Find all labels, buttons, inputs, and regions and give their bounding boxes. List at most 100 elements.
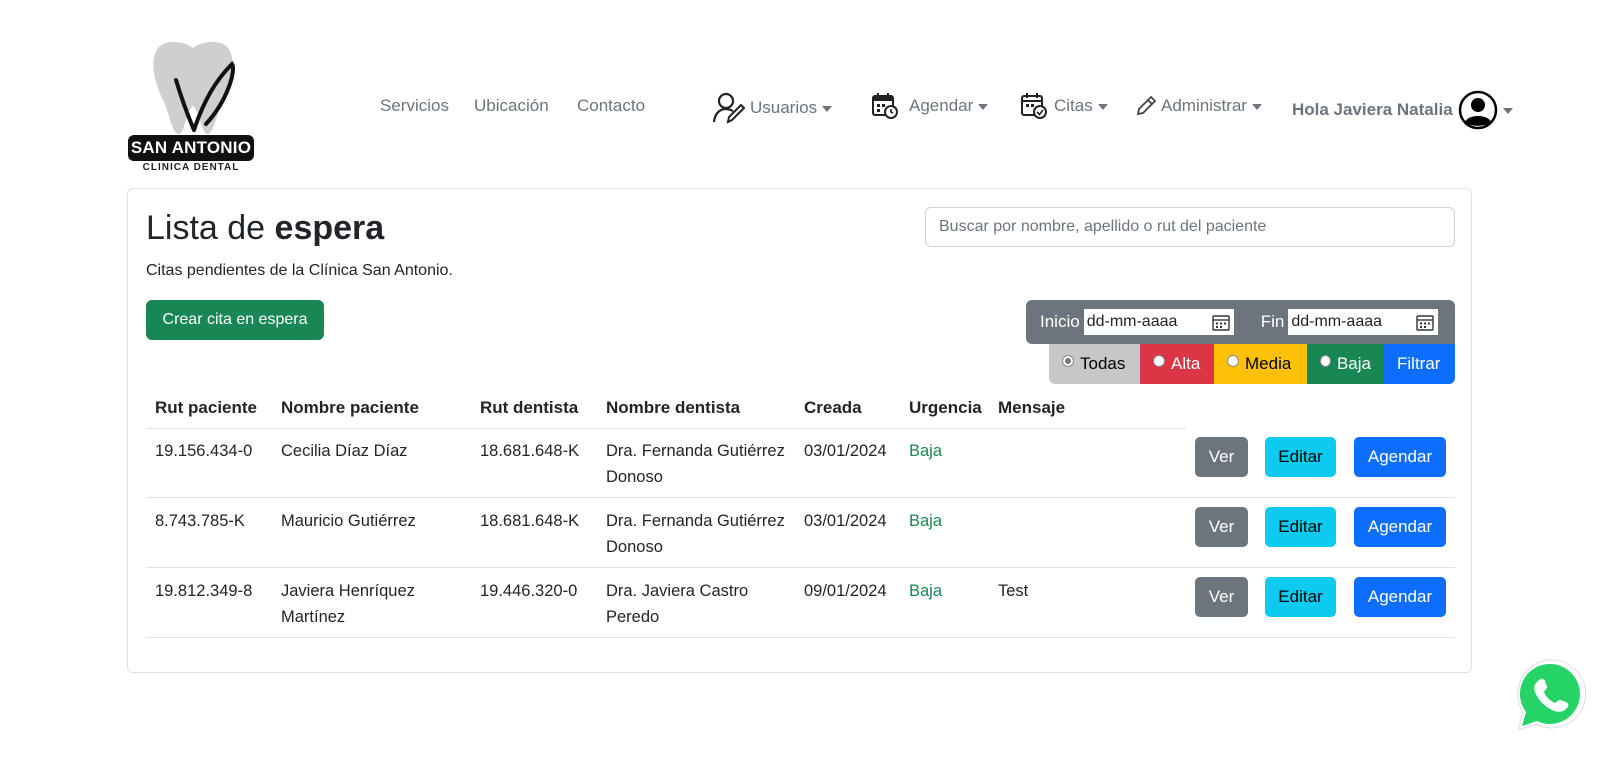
user-greeting: Hola Javiera Natalia bbox=[1292, 100, 1453, 119]
calendar-icon[interactable] bbox=[1416, 314, 1435, 331]
user-menu-dropdown[interactable]: Hola Javiera Natalia bbox=[1292, 90, 1513, 130]
urgency-option-media[interactable]: Media bbox=[1214, 344, 1307, 384]
cell-nombre-dentista: Dra. Fernanda Gutiérrez bbox=[606, 442, 785, 460]
pencil-icon bbox=[1136, 95, 1157, 116]
logo-subtitle: CLINICA DENTAL bbox=[142, 162, 240, 173]
nav-citas-dropdown[interactable]: Citas bbox=[1020, 92, 1108, 120]
cell-nombre-paciente-line2: Martínez bbox=[281, 608, 346, 626]
edit-button[interactable]: Editar bbox=[1265, 507, 1336, 547]
view-button[interactable]: Ver bbox=[1195, 507, 1248, 547]
column-header: Nombre dentista bbox=[606, 398, 741, 417]
cell-rut-paciente: 19.156.434-0 bbox=[155, 442, 253, 460]
column-header: Mensaje bbox=[998, 398, 1066, 417]
table-header-divider bbox=[146, 428, 1186, 429]
row-divider bbox=[146, 637, 1455, 638]
urgency-option-baja[interactable]: Baja bbox=[1307, 344, 1384, 384]
urgency-option-label: Baja bbox=[1336, 354, 1371, 373]
date-range-filter: Inicio dd-mm-aaaa Fin dd-mm-aaaa bbox=[1026, 300, 1455, 344]
column-header: Urgencia bbox=[909, 398, 982, 417]
tooth-logo-icon bbox=[153, 41, 235, 135]
cell-nombre-paciente: Mauricio Gutiérrez bbox=[281, 512, 416, 530]
end-date-value: dd-mm-aaaa bbox=[1291, 313, 1383, 330]
urgency-option-alta[interactable]: Alta bbox=[1140, 344, 1214, 384]
cell-urgencia: Baja bbox=[909, 442, 943, 460]
cell-rut-dentista: 19.446.320-0 bbox=[480, 582, 578, 600]
end-date-label: Fin bbox=[1260, 312, 1285, 331]
page-title: Lista de espera bbox=[146, 209, 384, 248]
chevron-down-icon bbox=[1502, 108, 1513, 114]
nav-administrar-label: Administrar bbox=[1161, 96, 1247, 115]
nav-citas-label: Citas bbox=[1054, 96, 1093, 115]
nav-ubicacion[interactable]: Ubicación bbox=[474, 96, 549, 116]
edit-button[interactable]: Editar bbox=[1265, 577, 1336, 617]
clinic-logo[interactable]: SAN ANTONIO CLINICA DENTAL bbox=[126, 40, 258, 174]
cell-rut-dentista: 18.681.648-K bbox=[480, 512, 580, 530]
nav-usuarios-dropdown[interactable]: Usuarios bbox=[712, 92, 833, 124]
nav-servicios[interactable]: Servicios bbox=[380, 96, 449, 116]
column-header: Rut dentista bbox=[480, 398, 579, 417]
cell-rut-dentista: 18.681.648-K bbox=[480, 442, 580, 460]
nav-administrar-dropdown[interactable]: Administrar bbox=[1135, 95, 1262, 117]
column-header: Nombre paciente bbox=[281, 398, 419, 417]
page-title-bold: espera bbox=[274, 209, 385, 247]
cell-creada: 09/01/2024 bbox=[804, 582, 887, 600]
cell-nombre-dentista-line2: Donoso bbox=[606, 538, 663, 556]
chevron-down-icon bbox=[1097, 104, 1108, 110]
start-date-value: dd-mm-aaaa bbox=[1086, 313, 1178, 330]
nav-agendar-label: Agendar bbox=[909, 96, 974, 115]
cell-nombre-dentista: Dra. Javiera Castro bbox=[606, 582, 749, 600]
whatsapp-icon bbox=[1517, 659, 1587, 731]
cell-nombre-dentista-line2: Peredo bbox=[606, 608, 660, 626]
apply-filter-button[interactable]: Filtrar bbox=[1384, 344, 1455, 384]
user-edit-icon bbox=[712, 92, 746, 124]
view-button[interactable]: Ver bbox=[1195, 437, 1248, 477]
view-button[interactable]: Ver bbox=[1195, 577, 1248, 617]
row-divider bbox=[146, 567, 1455, 568]
user-avatar-icon bbox=[1458, 90, 1497, 130]
logo-name: SAN ANTONIO bbox=[128, 135, 254, 161]
cell-creada: 03/01/2024 bbox=[804, 512, 887, 530]
calendar-check-icon bbox=[1021, 93, 1047, 119]
end-date-input[interactable]: dd-mm-aaaa bbox=[1288, 309, 1439, 335]
cell-nombre-paciente: Javiera Henríquez bbox=[281, 582, 415, 600]
calendar-icon[interactable] bbox=[1211, 314, 1230, 331]
cell-nombre-dentista-line2: Donoso bbox=[606, 468, 663, 486]
cell-rut-paciente: 8.743.785-K bbox=[155, 512, 245, 530]
nav-agendar-dropdown[interactable]: Agendar bbox=[871, 92, 989, 120]
radio-icon bbox=[1227, 355, 1239, 367]
nav-contacto[interactable]: Contacto bbox=[577, 96, 645, 116]
column-header: Creada bbox=[804, 398, 862, 417]
chevron-down-icon bbox=[978, 104, 989, 110]
row-divider bbox=[146, 497, 1455, 498]
radio-icon bbox=[1153, 355, 1165, 367]
column-header: Rut paciente bbox=[155, 398, 258, 417]
schedule-button[interactable]: Agendar bbox=[1354, 577, 1446, 617]
schedule-button[interactable]: Agendar bbox=[1354, 437, 1446, 477]
page-title-light: Lista de bbox=[146, 209, 275, 247]
cell-creada: 03/01/2024 bbox=[804, 442, 887, 460]
radio-icon bbox=[1062, 355, 1074, 367]
chevron-down-icon bbox=[1251, 104, 1262, 110]
nav-usuarios-label: Usuarios bbox=[750, 98, 818, 117]
cell-urgencia: Baja bbox=[909, 512, 943, 530]
cell-mensaje: Test bbox=[998, 582, 1029, 600]
schedule-button[interactable]: Agendar bbox=[1354, 507, 1446, 547]
calendar-clock-icon bbox=[872, 93, 898, 119]
urgency-option-label: Alta bbox=[1171, 354, 1201, 373]
urgency-option-todas[interactable]: Todas bbox=[1049, 344, 1140, 384]
cell-nombre-dentista: Dra. Fernanda Gutiérrez bbox=[606, 512, 785, 530]
create-waitlist-appointment-button[interactable]: Crear cita en espera bbox=[146, 300, 324, 340]
page-subtitle: Citas pendientes de la Clínica San Anton… bbox=[146, 262, 453, 279]
urgency-filter: Todas Alta Media Baja Filtrar bbox=[1049, 344, 1455, 384]
chevron-down-icon bbox=[822, 106, 833, 112]
cell-nombre-paciente: Cecilia Díaz Díaz bbox=[281, 442, 408, 460]
search-input[interactable] bbox=[925, 207, 1455, 247]
start-date-input[interactable]: dd-mm-aaaa bbox=[1083, 309, 1234, 335]
edit-button[interactable]: Editar bbox=[1265, 437, 1336, 477]
urgency-option-label: Media bbox=[1245, 354, 1292, 373]
cell-rut-paciente: 19.812.349-8 bbox=[155, 582, 253, 600]
urgency-option-label: Todas bbox=[1080, 354, 1126, 373]
start-date-label: Inicio bbox=[1040, 312, 1080, 331]
cell-urgencia: Baja bbox=[909, 582, 943, 600]
whatsapp-button[interactable] bbox=[1510, 656, 1590, 736]
